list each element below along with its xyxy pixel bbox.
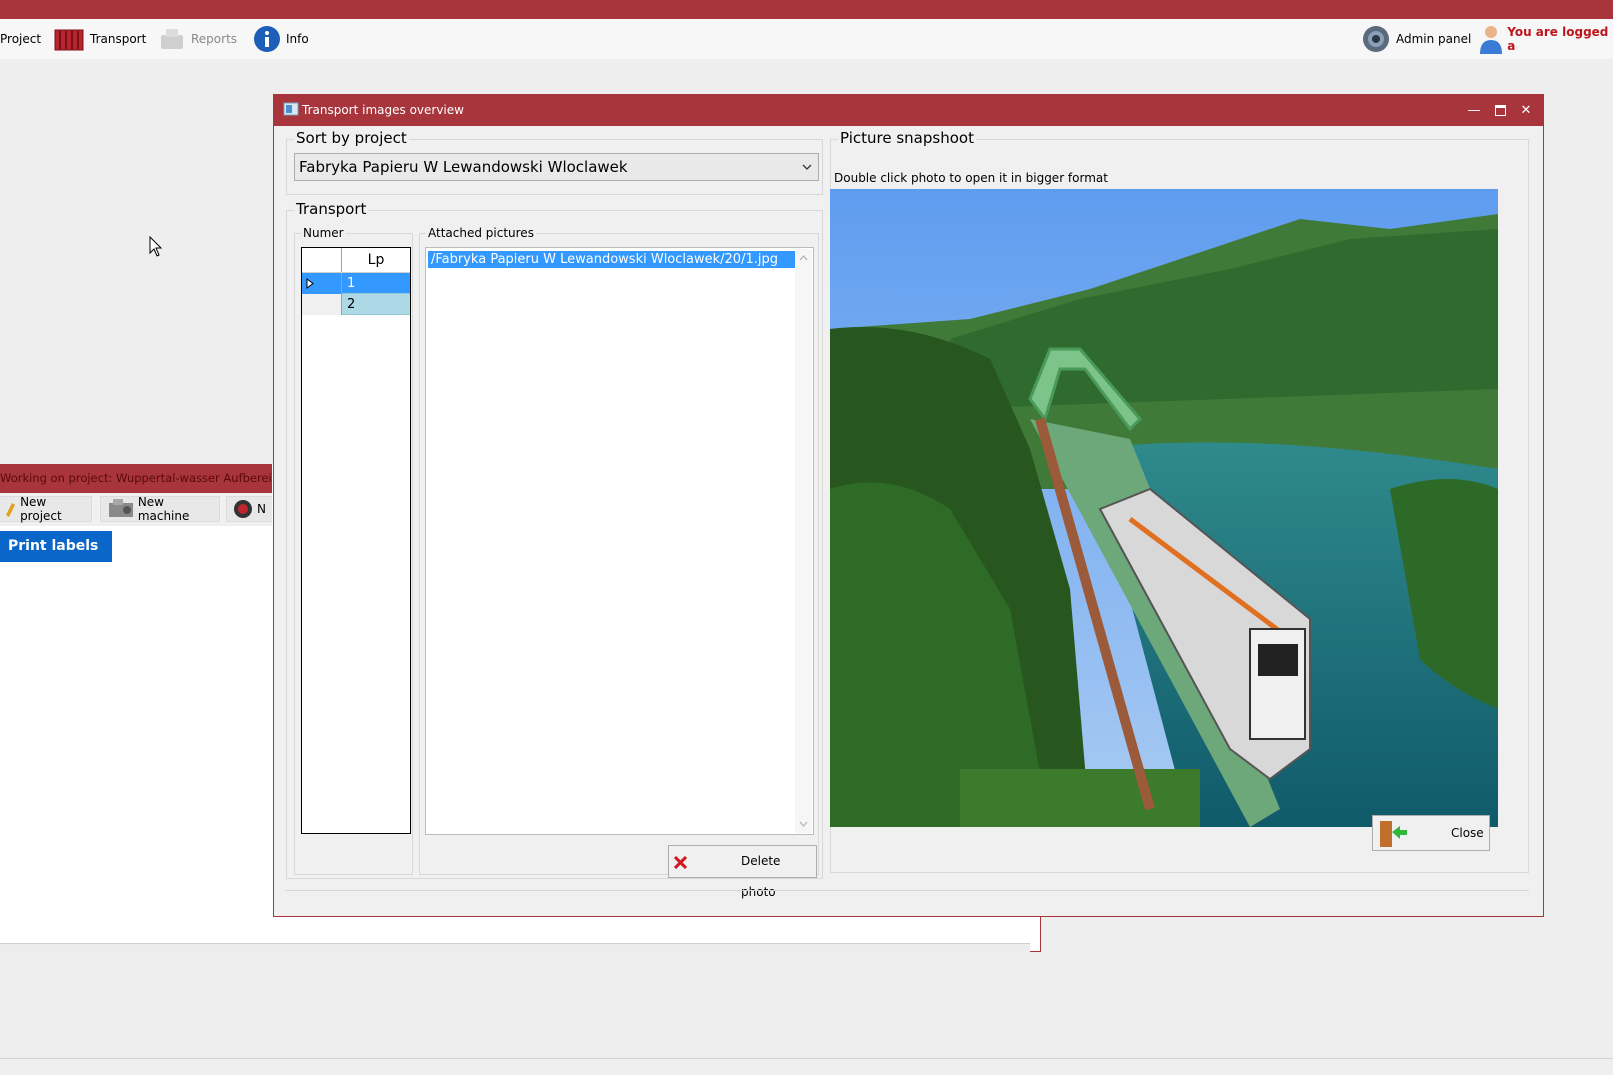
menu-project-label: Project	[0, 32, 42, 46]
project-select[interactable]: Fabryka Papieru W Lewandowski Wloclawek	[294, 153, 819, 181]
print-labels-button[interactable]: Print labels	[0, 531, 112, 562]
grid-corner	[302, 248, 342, 272]
machine-icon	[109, 499, 133, 517]
dialog-bottom-divider	[285, 890, 1529, 891]
menu-transport-label: Transport	[90, 32, 147, 46]
picture-snapshoot-title: Picture snapshoot	[838, 129, 976, 147]
menu-transport[interactable]: Transport	[53, 19, 146, 59]
list-item[interactable]: /Fabryka Papieru W Lewandowski Wloclawek…	[428, 251, 809, 268]
menu-reports-label: Reports	[191, 32, 238, 46]
project-select-value: Fabryka Papieru W Lewandowski Wloclawek	[299, 158, 628, 176]
info-icon	[254, 26, 280, 52]
pencil-icon	[6, 503, 15, 517]
delete-photo-button[interactable]: Delete photo	[668, 845, 817, 899]
menu-info[interactable]: Info	[253, 19, 309, 59]
transport-images-dialog: Transport images overview — ✕ Sort by pr…	[273, 94, 1544, 917]
app-title-bar	[0, 0, 1613, 19]
scroll-up-icon[interactable]	[799, 255, 808, 261]
transport-group-title: Transport	[294, 200, 369, 218]
menu-project[interactable]: Project	[0, 19, 41, 59]
new-machine-label: New machine	[137, 495, 190, 523]
user-icon	[1480, 26, 1502, 54]
reports-icon	[161, 29, 183, 49]
transport-number-grid[interactable]: Lp 1 2	[301, 247, 411, 834]
sort-by-project-title: Sort by project	[294, 129, 409, 147]
background-window-bottom-edge	[0, 943, 1030, 952]
minimize-button[interactable]: —	[1461, 95, 1487, 126]
maximize-button[interactable]	[1487, 95, 1513, 126]
delete-x-icon	[674, 856, 687, 869]
grid-cell-lp[interactable]: 1	[342, 273, 410, 294]
attached-pictures-list[interactable]: /Fabryka Papieru W Lewandowski Wloclawek…	[425, 247, 814, 835]
exit-door-icon	[1380, 821, 1407, 847]
delete-photo-label: Delete photo	[741, 854, 781, 899]
gear-icon	[1363, 26, 1389, 52]
close-button[interactable]: Close	[1372, 815, 1490, 851]
attached-pictures-label: Attached pictures	[426, 226, 536, 240]
menu-reports[interactable]: Reports	[158, 19, 237, 59]
numer-label: Numer	[301, 226, 346, 240]
close-label: Close	[1451, 826, 1484, 840]
row-pointer-icon	[306, 278, 314, 289]
window-app-icon	[283, 102, 299, 116]
menu-admin-label: Admin panel	[1396, 32, 1472, 46]
transport-photo[interactable]	[830, 189, 1498, 827]
container-icon	[54, 29, 84, 51]
background-window-title: Working on project: Wuppertal-wasser Auf…	[0, 464, 272, 493]
status-strip	[0, 1058, 1613, 1075]
maximize-icon	[1494, 105, 1506, 116]
row-header[interactable]	[302, 294, 342, 315]
third-toolbar-button[interactable]: N	[226, 496, 272, 522]
row-header[interactable]	[302, 273, 342, 294]
background-window-toolbar: New project New machine N	[0, 493, 272, 526]
dialog-title-bar[interactable]: Transport images overview — ✕	[274, 95, 1543, 126]
grid-row[interactable]: 1	[302, 273, 410, 294]
close-window-button[interactable]: ✕	[1513, 95, 1539, 126]
new-project-button[interactable]: New project	[0, 495, 92, 523]
mouse-cursor-icon	[149, 236, 163, 257]
grid-row[interactable]: 2	[302, 294, 410, 315]
logged-in-text: You are logged a	[1507, 25, 1609, 53]
scroll-down-icon[interactable]	[799, 821, 808, 827]
main-menu-bar: Project Transport Reports Info Admin pan…	[0, 19, 1613, 59]
menu-admin-panel[interactable]: Admin panel	[1361, 19, 1471, 59]
grid-header-lp: Lp	[367, 252, 385, 268]
new-machine-button[interactable]: New machine	[100, 495, 220, 523]
minimize-icon: —	[1467, 103, 1481, 118]
menu-info-label: Info	[286, 32, 309, 46]
list-scrollbar[interactable]	[795, 249, 812, 833]
user-status: You are logged a	[1478, 19, 1613, 59]
grid-header: Lp	[302, 248, 410, 273]
new-project-label: New project	[20, 495, 62, 523]
third-toolbar-label: N	[257, 502, 266, 516]
grid-cell-lp[interactable]: 2	[342, 294, 410, 315]
chevron-down-icon	[802, 164, 812, 170]
picture-hint: Double click photo to open it in bigger …	[834, 171, 1108, 185]
record-icon	[234, 500, 252, 518]
close-icon: ✕	[1520, 103, 1532, 118]
dialog-title: Transport images overview	[302, 103, 464, 117]
